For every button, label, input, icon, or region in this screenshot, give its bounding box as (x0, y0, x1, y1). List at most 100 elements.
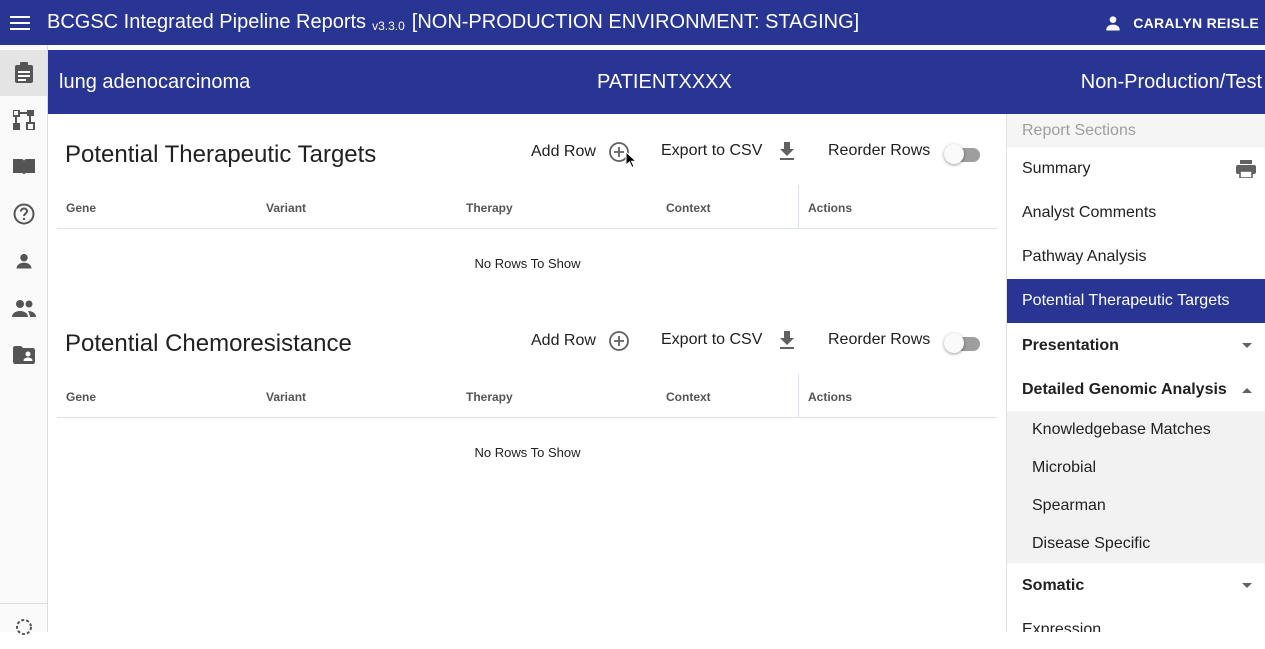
section-title: Potential Therapeutic Targets (65, 141, 377, 168)
sidebar-item-summary[interactable]: Summary (1007, 147, 1265, 191)
export-csv-label: Export to CSV (661, 331, 763, 348)
column-header-therapy[interactable]: Therapy (466, 201, 513, 215)
toggle-thumb (944, 144, 964, 164)
column-header-variant[interactable]: Variant (266, 201, 306, 215)
column-header-actions: Actions (808, 390, 853, 404)
rail-shared[interactable] (0, 332, 47, 378)
no-rows-text: No Rows To Show (474, 445, 581, 460)
report-icon (14, 62, 33, 83)
sidebar-subitem-label: Disease Specific (1032, 535, 1151, 552)
rail-genomic[interactable] (0, 97, 47, 143)
column-header-gene[interactable]: Gene (66, 201, 96, 215)
sidebar-subitem-microbial[interactable]: Microbial (1007, 449, 1265, 487)
rail-user[interactable] (0, 238, 47, 284)
user-menu-button[interactable]: CARALYN REISLE (1103, 0, 1259, 45)
sidebar-group-label: Presentation (1022, 337, 1119, 354)
column-separator (798, 185, 799, 229)
app-version: v3.3.0 (372, 18, 405, 33)
add-circle-icon (609, 331, 629, 351)
sidebar-subitem-label: Microbial (1032, 459, 1097, 476)
empty-table-message: No Rows To Show (57, 418, 998, 484)
export-csv-label: Export to CSV (661, 142, 763, 159)
column-header-variant[interactable]: Variant (266, 390, 306, 404)
sidebar-item-label: Expression (1022, 621, 1102, 632)
reorder-rows-text: Reorder Rows (828, 142, 931, 159)
table-header: Gene Variant Therapy Context Actions (57, 185, 998, 229)
add-row-button[interactable]: Add Row (531, 331, 629, 351)
table-header: Gene Variant Therapy Context Actions (57, 374, 998, 418)
sidebar-group-detailed-genomic-analysis[interactable]: Detailed Genomic Analysis (1007, 368, 1265, 412)
toggle-thumb (944, 333, 964, 353)
no-rows-text: No Rows To Show (474, 256, 581, 271)
sidebar-group-presentation[interactable]: Presentation (1007, 324, 1265, 368)
sidebar-item-label: Pathway Analysis (1022, 248, 1147, 265)
chevron-up-icon (1242, 368, 1252, 412)
disease-label: lung adenocarcinoma (59, 71, 251, 93)
sidebar-subitem-label: Spearman (1032, 497, 1106, 514)
export-csv-button[interactable]: Export to CSV (661, 142, 795, 160)
account-icon (1106, 15, 1120, 30)
report-sections-sidebar: Report Sections Summary Analyst Comments… (1006, 114, 1265, 632)
sidebar-item-label: Summary (1022, 160, 1091, 177)
app-bar: BCGSC Integrated Pipeline Reports v3.3.0… (0, 0, 1265, 45)
environment-label: [NON-PRODUCTION ENVIRONMENT: STAGING] (411, 11, 860, 33)
folder-shared-icon (12, 346, 35, 364)
help-icon (13, 203, 34, 225)
export-csv-button[interactable]: Export to CSV (661, 331, 795, 349)
biology-icon (15, 618, 32, 635)
sidebar-group-label: Somatic (1022, 577, 1085, 594)
sidebar-item-expression[interactable]: Expression (1007, 608, 1265, 632)
sidebar-item-therapeutic-targets[interactable]: Potential Therapeutic Targets (1007, 279, 1265, 323)
therapeutic-targets-table: Gene Variant Therapy Context Actions No … (57, 185, 998, 295)
sidebar-group-label: Detailed Genomic Analysis (1022, 381, 1227, 398)
chemoresistance-table: Gene Variant Therapy Context Actions No … (57, 374, 998, 484)
reorder-rows-toggle[interactable] (944, 143, 984, 165)
sidebar-header: Report Sections (1007, 114, 1265, 147)
mouse-cursor-icon (625, 151, 637, 169)
rail-biology[interactable] (0, 603, 47, 649)
column-header-context[interactable]: Context (666, 390, 711, 404)
patient-banner: lung adenocarcinoma PATIENTXXXX Non-Prod… (48, 50, 1265, 114)
patient-id: PATIENTXXXX (597, 71, 732, 93)
person-icon (16, 253, 31, 269)
rail-help[interactable] (0, 191, 47, 237)
column-header-gene[interactable]: Gene (66, 390, 96, 404)
add-row-label: Add Row (531, 332, 596, 349)
sidebar-item-label: Analyst Comments (1022, 204, 1157, 221)
column-header-context[interactable]: Context (666, 201, 711, 215)
sidebar-subitem-label: Knowledgebase Matches (1032, 421, 1211, 438)
add-row-button[interactable]: Add Row (531, 142, 629, 162)
section-title: Potential Chemoresistance (65, 330, 352, 357)
sidebar-subitem-spearman[interactable]: Spearman (1007, 487, 1265, 525)
sidebar-group-somatic[interactable]: Somatic (1007, 564, 1265, 608)
download-icon (780, 142, 795, 160)
rail-groups[interactable] (0, 285, 47, 331)
app-title: BCGSC Integrated Pipeline Reports (47, 11, 367, 33)
column-separator (798, 374, 799, 418)
report-status: Non-Production/Test (1080, 71, 1262, 93)
print-button[interactable] (1226, 147, 1265, 191)
main-content: Potential Therapeutic Targets Add Row Ex… (48, 114, 1006, 632)
user-name: CARALYN REISLE (1133, 14, 1259, 31)
reorder-rows-label: Reorder Rows (828, 142, 930, 160)
book-icon (12, 159, 35, 175)
empty-table-message: No Rows To Show (57, 229, 998, 295)
rail-docs[interactable] (0, 144, 47, 190)
people-icon (11, 300, 36, 317)
reorder-rows-text: Reorder Rows (828, 331, 931, 348)
menu-button[interactable] (0, 0, 40, 45)
reorder-rows-toggle[interactable] (944, 332, 984, 354)
menu-icon (10, 15, 30, 30)
print-icon (1236, 160, 1256, 178)
column-header-therapy[interactable]: Therapy (466, 390, 513, 404)
sidebar-subitem-disease-specific[interactable]: Disease Specific (1007, 525, 1265, 563)
rail-report[interactable] (0, 50, 47, 96)
left-nav-rail (0, 45, 48, 635)
sidebar-item-pathway-analysis[interactable]: Pathway Analysis (1007, 235, 1265, 279)
reorder-rows-label: Reorder Rows (828, 331, 930, 349)
sidebar-item-label: Potential Therapeutic Targets (1022, 292, 1230, 309)
genomic-icon (12, 110, 35, 130)
sidebar-subitem-knowledgebase-matches[interactable]: Knowledgebase Matches (1007, 411, 1265, 449)
sidebar-item-analyst-comments[interactable]: Analyst Comments (1007, 191, 1265, 235)
column-header-actions: Actions (808, 201, 853, 215)
